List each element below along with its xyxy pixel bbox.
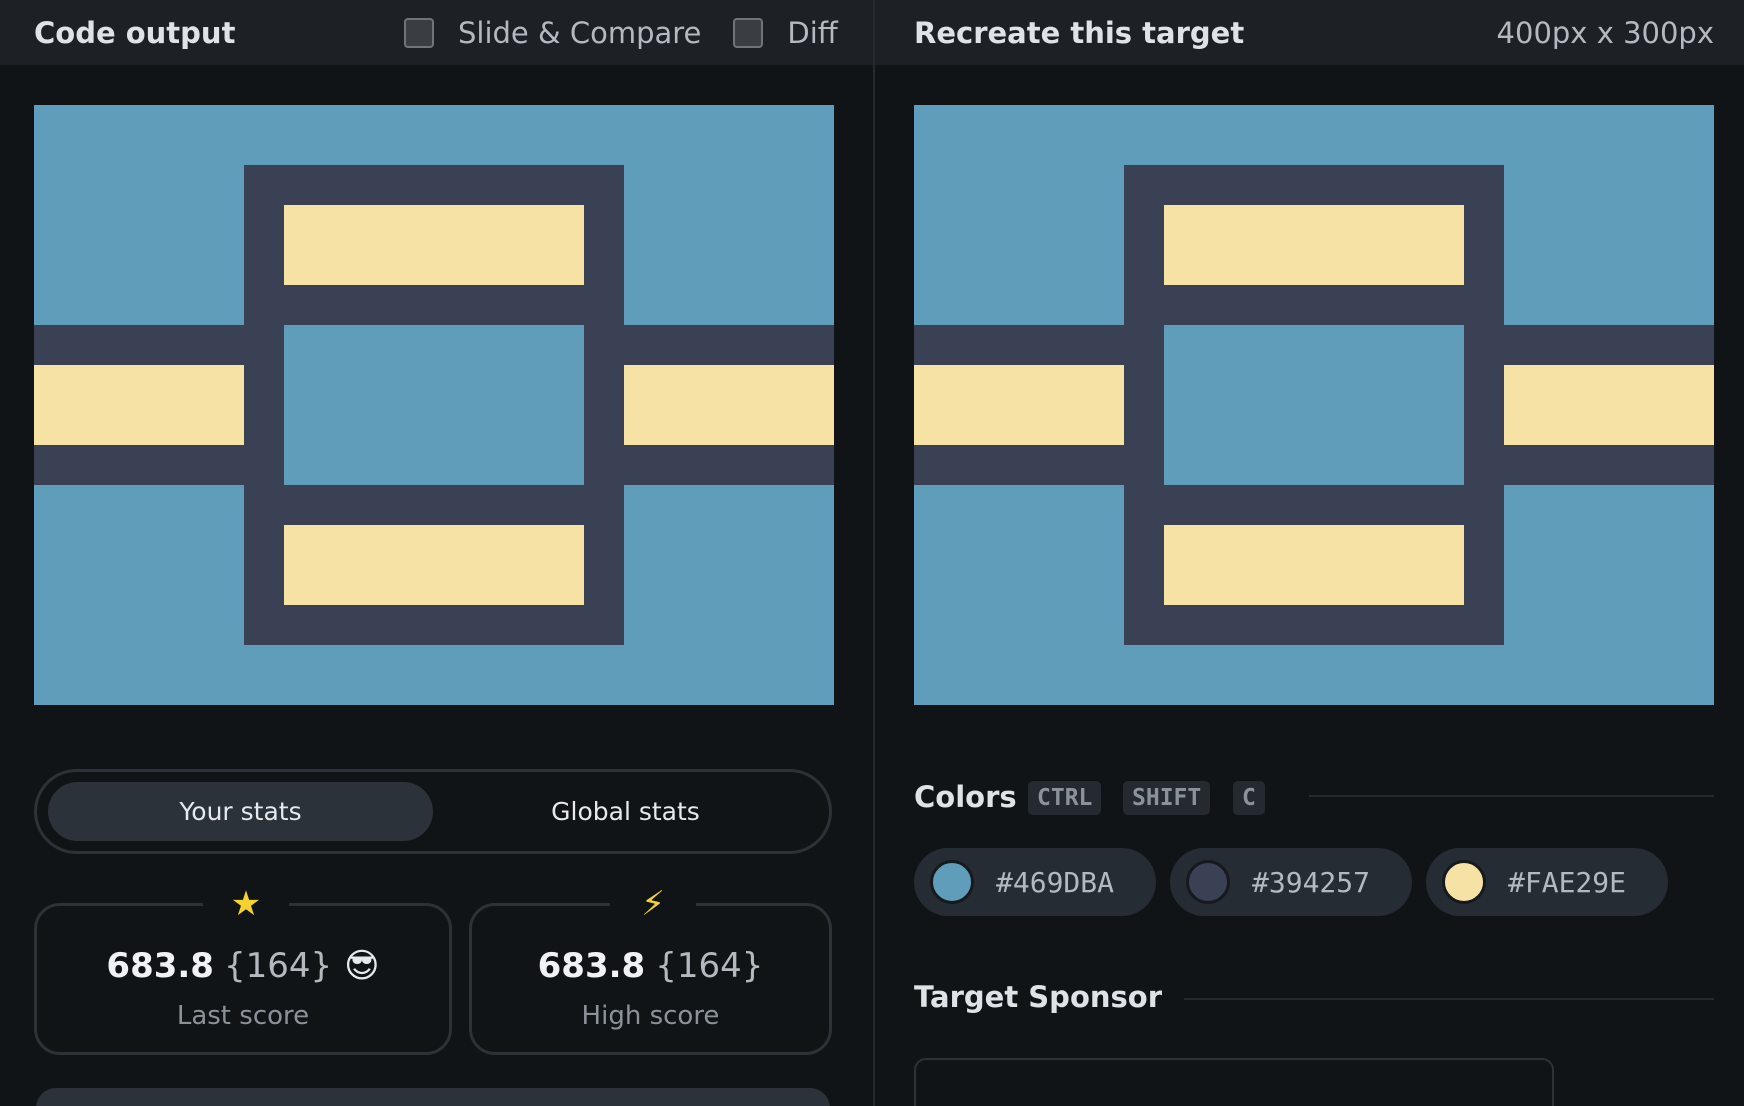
color-chip-blue[interactable]: #469DBA: [914, 848, 1156, 916]
center-window: [284, 325, 584, 485]
target-center-window: [1164, 325, 1464, 485]
left-bar-fill-right: [624, 365, 834, 445]
top-bar: [284, 205, 584, 285]
last-score-value: 683.8: [106, 946, 214, 986]
colors-title: Colors: [914, 780, 1017, 814]
color-hex: #FAE29E: [1508, 865, 1627, 899]
sunglasses-emoji-icon: 😎: [344, 946, 380, 986]
high-score-card: ⚡ 683.8 {164} High score: [469, 882, 832, 1055]
last-score-line: 683.8 {164} 😎: [37, 946, 449, 986]
color-swatch: [930, 860, 974, 904]
app-root: Code output Slide & Compare Diff Your st…: [0, 0, 1744, 1106]
slide-compare-checkbox[interactable]: [404, 17, 434, 48]
slide-compare-label[interactable]: Slide & Compare: [458, 16, 701, 50]
target-title: Recreate this target: [914, 15, 1245, 50]
target-bar-fill-right: [1504, 365, 1714, 445]
last-score-card: ★ 683.8 {164} 😎 Last score: [34, 882, 452, 1055]
color-chip-yellow[interactable]: #FAE29E: [1426, 848, 1668, 916]
target-dimensions: 400px x 300px: [1496, 15, 1714, 50]
color-swatch: [1442, 860, 1486, 904]
high-score-label: High score: [581, 1001, 720, 1031]
color-hex: #394257: [1252, 865, 1371, 899]
target-canvas[interactable]: [914, 105, 1714, 705]
stats-toggle: Your stats Global stats: [34, 769, 832, 854]
sponsor-box[interactable]: [914, 1058, 1554, 1106]
bottom-bar: [284, 525, 584, 605]
lightning-icon: ⚡: [610, 882, 696, 926]
left-bar-fill-left: [34, 365, 244, 445]
view-options: Slide & Compare Diff: [404, 0, 870, 65]
tab-global-stats[interactable]: Global stats: [433, 782, 818, 841]
target-top-bar: [1164, 205, 1464, 285]
diff-checkbox[interactable]: [733, 17, 764, 48]
code-output-canvas[interactable]: [34, 105, 834, 705]
target-bottom-bar: [1164, 525, 1464, 605]
sponsor-title: Target Sponsor: [914, 980, 1163, 1014]
last-score-label: Last score: [176, 1001, 310, 1031]
target-bar-fill-left: [914, 365, 1124, 445]
color-hex: #469DBA: [996, 865, 1115, 899]
tab-your-stats[interactable]: Your stats: [48, 782, 433, 841]
star-icon: ★: [203, 882, 289, 926]
code-output-header: Code output Slide & Compare Diff: [0, 0, 873, 65]
shortcut-key-c: C: [1233, 781, 1265, 815]
target-panel: Recreate this target 400px x 300px Color…: [875, 0, 1744, 1106]
code-output-panel: Code output Slide & Compare Diff Your st…: [0, 0, 873, 1106]
sponsor-divider: [1184, 998, 1714, 1000]
high-score-line: 683.8 {164}: [472, 946, 829, 986]
color-swatch: [1186, 860, 1230, 904]
shortcut-key-ctrl: CTRL: [1028, 781, 1102, 815]
colors-divider: [1309, 795, 1714, 797]
high-score-count: {164}: [655, 946, 764, 986]
color-chip-dark[interactable]: #394257: [1170, 848, 1412, 916]
last-score-count: {164}: [223, 946, 333, 986]
target-header: Recreate this target 400px x 300px: [875, 0, 1744, 65]
submit-button[interactable]: [36, 1088, 830, 1106]
diff-label[interactable]: Diff: [787, 16, 837, 50]
shortcut-key-shift: SHIFT: [1123, 781, 1211, 815]
high-score-value: 683.8: [537, 946, 646, 986]
code-output-title: Code output: [34, 15, 236, 50]
